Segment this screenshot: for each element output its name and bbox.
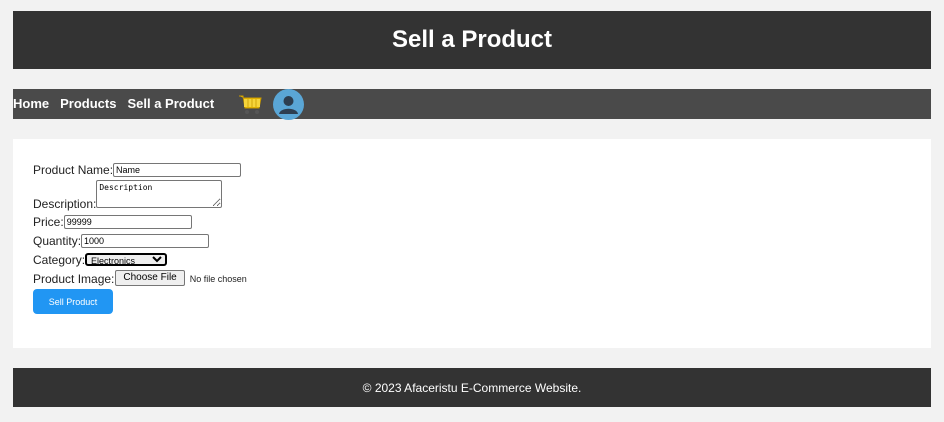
sell-product-button[interactable]: Sell Product: [33, 289, 113, 314]
page-header: Sell a Product: [13, 11, 931, 69]
nav-link-sell-product[interactable]: Sell a Product: [127, 89, 214, 119]
product-name-input[interactable]: [113, 163, 242, 177]
nav-link-products[interactable]: Products: [60, 89, 116, 119]
nav-link-home[interactable]: Home: [13, 89, 49, 119]
product-name-label: Product Name:: [33, 163, 114, 177]
footer-copyright: © 2023 Afaceristu E-Commerce Website.: [362, 380, 582, 395]
nav-bar: Home Products Sell a Product: [13, 88, 931, 120]
price-input[interactable]: [63, 215, 192, 229]
description-textarea[interactable]: Description: [96, 180, 223, 208]
user-avatar-icon[interactable]: [273, 88, 305, 120]
shopping-cart-icon[interactable]: [237, 91, 263, 117]
no-file-text: No file chosen: [189, 274, 247, 284]
choose-file-button[interactable]: Choose File: [115, 270, 185, 286]
page-footer: © 2023 Afaceristu E-Commerce Website.: [13, 368, 931, 407]
sell-form-panel: Product Name: Description: Description P…: [13, 139, 931, 348]
category-select[interactable]: Electronics: [85, 253, 168, 266]
quantity-input[interactable]: [81, 234, 210, 248]
page-title: Sell a Product: [391, 26, 553, 53]
category-label: Category:: [33, 253, 86, 267]
price-label: Price:: [33, 215, 64, 229]
sell-product-form: Product Name: Description: Description P…: [33, 159, 247, 314]
quantity-label: Quantity:: [33, 234, 82, 248]
description-label: Description:: [33, 197, 97, 211]
product-image-label: Product Image:: [33, 272, 115, 286]
